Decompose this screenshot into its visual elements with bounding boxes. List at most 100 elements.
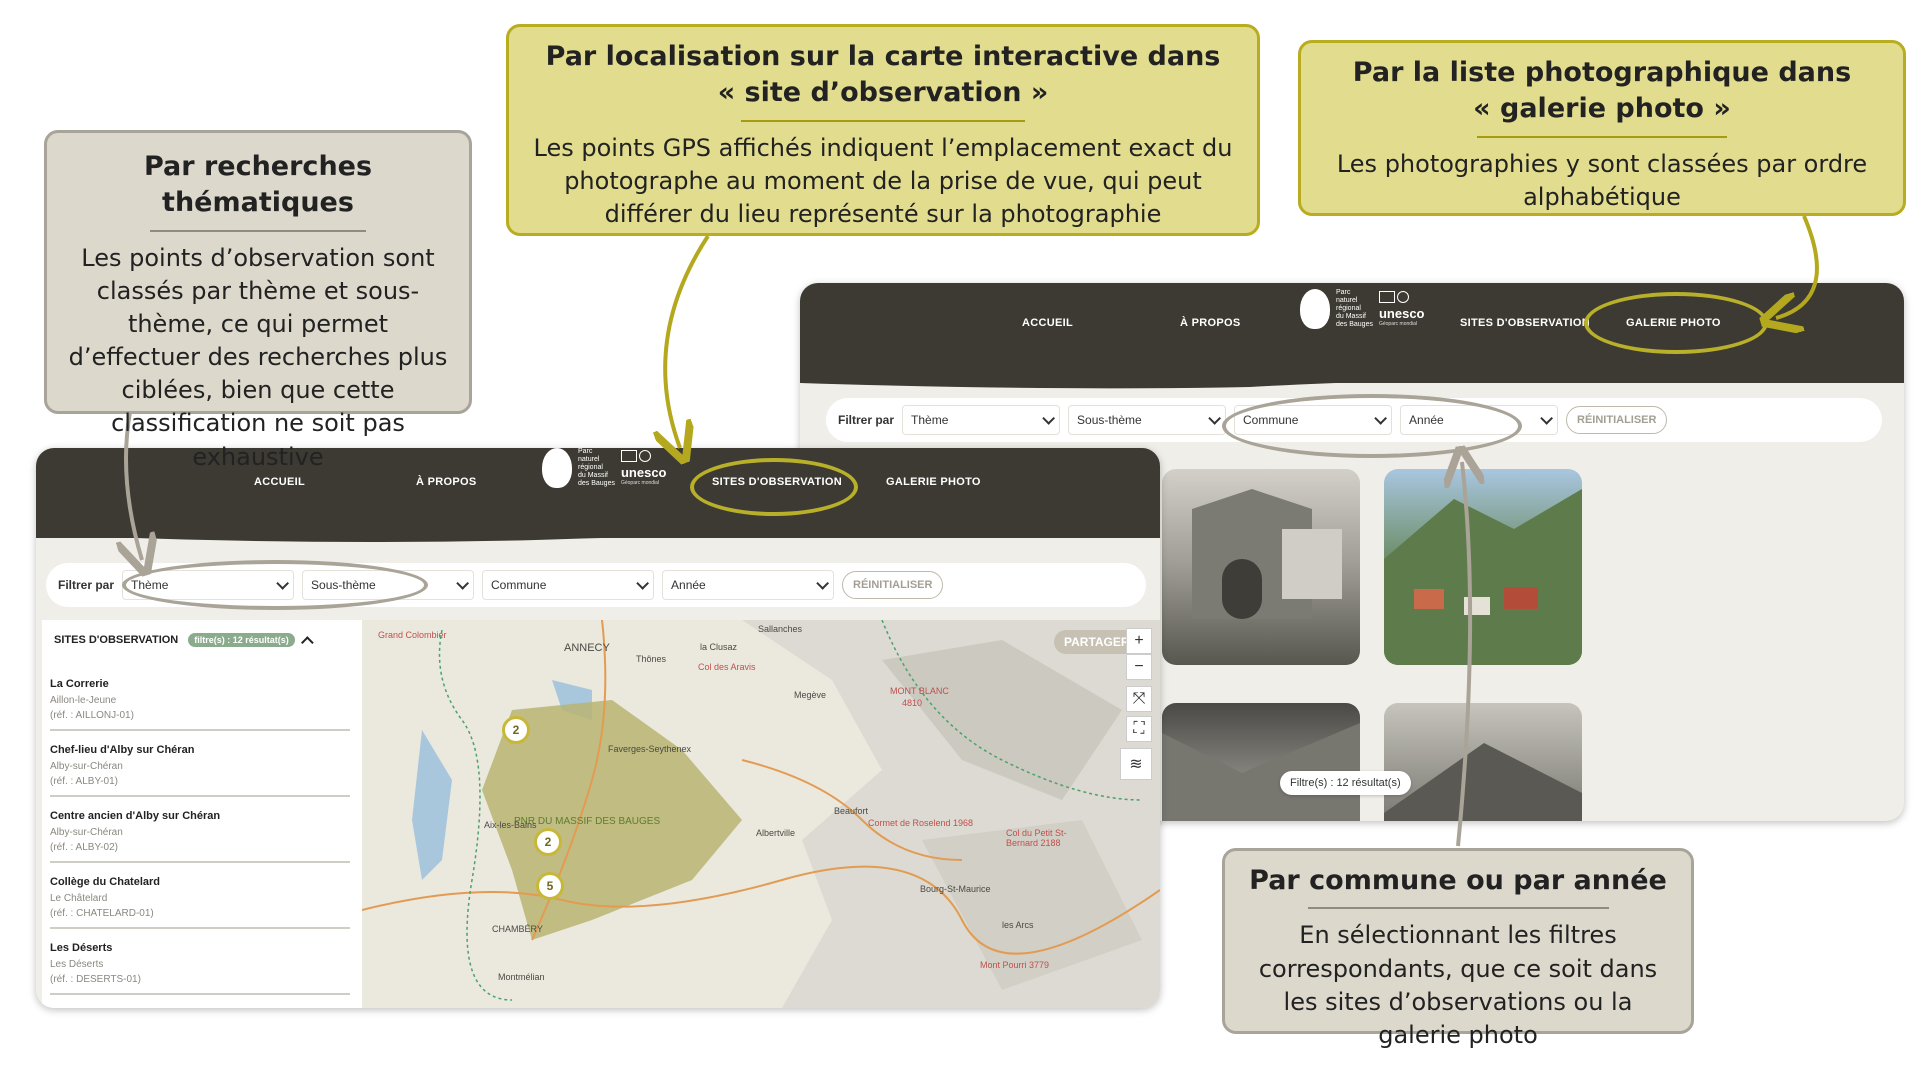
map-label: les Arcs <box>1002 920 1034 930</box>
callout-body: En sélectionnant les filtres corresponda… <box>1258 921 1658 1049</box>
subtheme-select[interactable]: Sous-thème <box>1068 405 1227 435</box>
highlight-sites-tab <box>690 458 858 516</box>
map-label: la Clusaz <box>700 642 738 652</box>
nav-home[interactable]: ACCUEIL <box>1022 317 1073 329</box>
gallery-photo[interactable] <box>1162 703 1360 821</box>
geopark-globe-icon <box>1396 291 1409 303</box>
commune-select[interactable]: Commune <box>482 570 655 600</box>
interactive-map[interactable]: Grand Colombier ANNECY la Clusaz Col des… <box>362 620 1160 1008</box>
callout-thematic: Par recherches thématiques Les points d’… <box>44 130 472 471</box>
map-label: 4810 <box>902 698 923 708</box>
divider <box>740 119 1026 122</box>
callout-body: Les photographies y sont classées par or… <box>1336 149 1868 211</box>
site-list-item[interactable]: Chef-lieu d'Alby sur Chéran Alby-sur-Ché… <box>50 744 350 797</box>
zoom-out-button[interactable]: − <box>1126 654 1152 680</box>
map-label: Bourg-St-Maurice <box>920 884 991 894</box>
site-list-item[interactable]: Les Déserts Les Déserts (réf. : DESERTS-… <box>50 942 350 995</box>
site-list-item[interactable]: La Correrie Aillon-le-Jeune (réf. : AILL… <box>50 678 350 731</box>
map-cluster-marker[interactable]: 2 <box>534 828 562 856</box>
bird-logo-icon <box>1300 289 1330 329</box>
map-label: CHAMBÉRY <box>492 924 543 934</box>
chevron-down-icon <box>1540 411 1554 425</box>
map-label: Beaufort <box>834 806 869 816</box>
photo-mountain-bw <box>1162 723 1360 821</box>
chevron-down-icon <box>1208 411 1222 425</box>
highlight-commune-year-filters <box>1222 394 1522 458</box>
photo-peak-bw <box>1384 743 1582 821</box>
callout-body: Les points GPS affichés indiquent l’empl… <box>533 133 1233 229</box>
nav-about[interactable]: À PROPOS <box>1180 317 1240 329</box>
map-cluster-marker[interactable]: 5 <box>536 872 564 900</box>
header-wave <box>36 528 1160 542</box>
park-logo[interactable]: Parc naturel régional du Massif des Bauges u… <box>542 448 667 488</box>
callout-commune: Par commune ou par année En sélectionnan… <box>1222 848 1694 1049</box>
map-label: Thônes <box>636 654 667 664</box>
nav-about[interactable]: À PROPOS <box>416 476 476 488</box>
sites-list-panel: SITES D'OBSERVATION filtre(s) : 12 résul… <box>42 620 362 1008</box>
callout-map: Par localisation sur la carte interactiv… <box>506 24 1260 236</box>
callout-title: Par recherches thématiques <box>143 151 373 219</box>
divider <box>1307 907 1609 910</box>
divider <box>1477 135 1727 138</box>
infographic-stage: ACCUEIL À PROPOS Parc naturel régional du M… <box>0 0 1920 1080</box>
chevron-down-icon <box>456 576 470 590</box>
map-label: Grand Colombier <box>378 630 447 640</box>
layers-icon[interactable]: ≋ <box>1120 748 1152 780</box>
map-terrain <box>362 620 1160 1008</box>
site-list-item[interactable]: Collège du Chatelard Le Châtelard (réf. … <box>50 876 350 929</box>
photo-village-color <box>1384 489 1582 665</box>
theme-select[interactable]: Thème <box>902 405 1061 435</box>
map-label: Megève <box>794 690 827 700</box>
map-label: Montmélian <box>498 972 545 982</box>
nav-gallery[interactable]: GALERIE PHOTO <box>886 476 981 488</box>
reset-button[interactable]: RÉINITIALISER <box>1566 406 1668 434</box>
header-wave <box>800 373 1904 389</box>
gallery-photo[interactable] <box>1384 469 1582 665</box>
nav-sites[interactable]: SITES D'OBSERVATION <box>1460 317 1590 329</box>
callout-body: Les points d’observation sont classés pa… <box>68 243 448 471</box>
unesco-temple-icon <box>1378 291 1395 303</box>
park-logo[interactable]: Parc naturel régional du Massif des Bauges u… <box>1300 289 1425 329</box>
year-select[interactable]: Année <box>662 570 835 600</box>
park-name: Parc naturel régional du Massif des Bauges <box>1336 289 1373 328</box>
filter-label: Filtrer par <box>838 413 895 427</box>
park-name: Parc naturel régional du Massif des Bauges <box>578 448 615 487</box>
divider <box>149 229 367 232</box>
fullscreen-icon[interactable]: ⛶ <box>1126 716 1152 742</box>
reset-button[interactable]: RÉINITIALISER <box>842 571 944 599</box>
map-label: Albertville <box>756 828 796 838</box>
filter-label: Filtrer par <box>58 578 115 592</box>
highlight-gallery-tab <box>1584 292 1768 354</box>
highlight-theme-filters <box>122 560 428 610</box>
map-label: Aix-les-Bains <box>484 820 537 830</box>
map-cluster-marker[interactable]: 2 <box>502 716 530 744</box>
chevron-down-icon <box>1042 411 1056 425</box>
results-count: Filtre(s) : 12 résultat(s) <box>1280 771 1411 795</box>
gallery-photo[interactable] <box>1384 703 1582 821</box>
map-label: Mont Pourri 3779 <box>980 960 1050 970</box>
callout-gallery: Par la liste photographique dans « galeri… <box>1298 40 1906 216</box>
gallery-photo[interactable] <box>1162 469 1360 665</box>
map-label: Col du Petit St-Bernard 2188 <box>1006 828 1067 848</box>
geopark-globe-icon <box>638 450 651 462</box>
bird-logo-icon <box>542 448 572 488</box>
results-badge: filtre(s) : 12 résultat(s) <box>188 633 295 647</box>
zoom-in-button[interactable]: + <box>1126 628 1152 654</box>
site-list-item[interactable]: Centre ancien d'Alby sur Chéran Alby-sur… <box>50 810 350 863</box>
sites-window: ACCUEIL À PROPOS Parc naturel régional du M… <box>36 448 1160 1008</box>
callout-title: Par localisation sur la carte interactiv… <box>545 41 1221 109</box>
map-label: Cormet de Roselend 1968 <box>868 818 974 828</box>
map-label: Col des Aravis <box>698 662 756 672</box>
sites-list-header[interactable]: SITES D'OBSERVATION filtre(s) : 12 résul… <box>42 620 362 660</box>
unesco-logo: unesco Géoparc mondial <box>1378 291 1425 327</box>
callout-title: Par commune ou par année <box>1249 865 1667 896</box>
recenter-icon[interactable]: ⤧ <box>1126 686 1152 712</box>
map-label: MONT BLANC <box>890 686 949 696</box>
nav-home[interactable]: ACCUEIL <box>254 476 305 488</box>
callout-title: Par la liste photographique dans « galeri… <box>1352 57 1852 125</box>
map-label: Sallanches <box>758 624 803 634</box>
chevron-down-icon <box>816 576 830 590</box>
map-label: Faverges-Seythenex <box>608 744 692 754</box>
chevron-down-icon <box>636 576 650 590</box>
chevron-up-icon[interactable] <box>300 635 314 649</box>
